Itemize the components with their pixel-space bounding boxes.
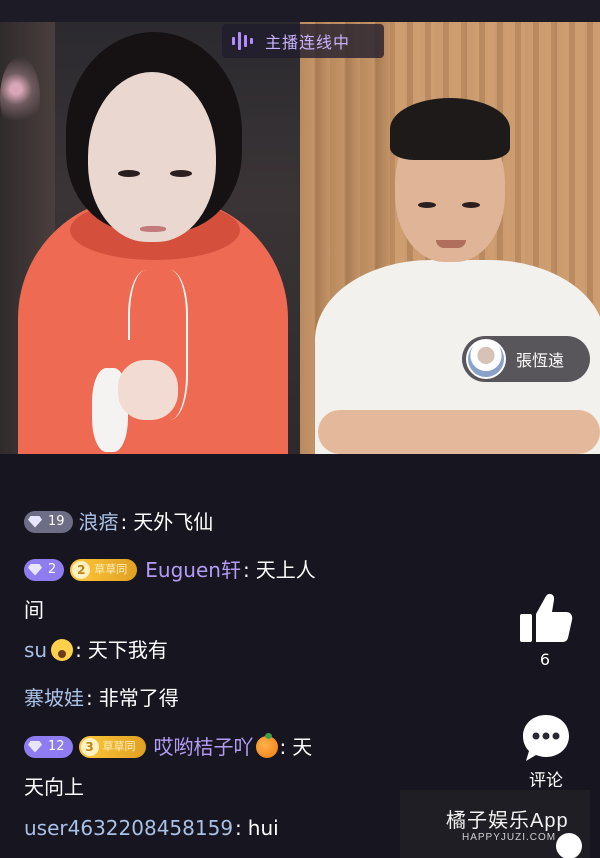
live-link-status: 主播连线中	[265, 33, 351, 52]
comment-text: 天	[292, 735, 313, 759]
live-stream-screen: 主播连线中 張恆遠 19 浪痞: 天外飞仙 2 2 草草同 Euguen轩: 天上人间 su…	[0, 0, 600, 858]
comment-item[interactable]: 寨坡娃: 非常了得	[24, 678, 179, 718]
comment-text: 非常了得	[98, 686, 179, 710]
host-mouth	[140, 226, 166, 232]
guest-mouth	[436, 240, 466, 248]
comment-separator: :	[235, 816, 242, 840]
user-level: 12	[48, 738, 65, 754]
user-level-badge: 19	[24, 510, 73, 533]
guest-video[interactable]	[300, 22, 600, 454]
guest-name: 張恆遠	[516, 351, 565, 370]
surprised-emoji-icon	[51, 638, 74, 661]
fan-level: 3	[80, 737, 99, 756]
comment-separator: :	[75, 638, 82, 662]
live-link-badge: 主播连线中	[222, 24, 384, 58]
comment-button[interactable]	[520, 712, 572, 764]
host-hand	[118, 360, 178, 420]
comment-username[interactable]: Euguen轩	[145, 558, 241, 582]
host-face	[88, 72, 216, 242]
comment-username[interactable]: 寨坡娃	[24, 686, 84, 710]
like-count: 6	[539, 650, 551, 669]
comment-separator: :	[279, 735, 287, 759]
comment-text: 天外飞仙	[133, 510, 214, 534]
diamond-icon	[28, 740, 42, 753]
comment-separator: :	[120, 510, 128, 534]
fan-club-badge: 2 草草同	[70, 558, 138, 581]
comment-item[interactable]: 2 2 草草同 Euguen轩: 天上人间	[24, 550, 380, 630]
host-eye-right	[170, 170, 192, 177]
comment-separator: :	[242, 558, 250, 582]
guest-arm	[318, 410, 600, 454]
fan-club-name: 草草同	[102, 739, 136, 753]
comment-separator: :	[86, 686, 93, 710]
user-level-badge: 2	[24, 558, 65, 581]
user-level: 2	[48, 561, 57, 577]
comment-username[interactable]: user4632208458159	[24, 816, 233, 840]
comment-username[interactable]: 哎哟桔子吖	[154, 735, 254, 759]
guest-eye-right	[462, 202, 480, 208]
guest-hair	[390, 98, 510, 160]
comment-item[interactable]: user4632208458159: hui	[24, 808, 279, 848]
comment-item[interactable]: 12 3 草草同 哎哟桔子吖: 天天向上	[24, 727, 380, 807]
comment-text: hui	[247, 816, 279, 840]
comment-username[interactable]: su	[24, 638, 47, 662]
background-flowers	[0, 57, 40, 137]
fan-level: 2	[72, 560, 91, 579]
comment-item[interactable]: su: 天下我有	[24, 630, 168, 670]
comment-text: 天下我有	[87, 638, 168, 662]
thumbs-up-icon	[520, 593, 573, 642]
guest-avatar[interactable]	[466, 339, 506, 379]
user-level-badge: 12	[24, 735, 73, 758]
watermark-title: 橘子娱乐App	[446, 810, 569, 832]
comment-item[interactable]: 19 浪痞: 天外飞仙	[24, 502, 213, 542]
audio-wave-icon	[232, 31, 253, 51]
comment-text-continued: 天向上	[24, 775, 84, 799]
host-eye-left	[118, 170, 140, 177]
diamond-icon	[28, 563, 42, 576]
comment-label: 评论	[529, 771, 563, 791]
speech-bubble-icon	[523, 715, 569, 761]
comment-text: 天上人	[255, 558, 316, 582]
fan-club-name: 草草同	[94, 562, 128, 576]
status-strip	[0, 0, 600, 22]
guest-eye-left	[418, 202, 436, 208]
watermark-url: HAPPYJUZI.COM	[462, 832, 557, 843]
like-button[interactable]	[516, 590, 574, 646]
comment-username[interactable]: 浪痞	[79, 510, 119, 534]
comment-text-continued: 间	[24, 598, 44, 622]
diamond-icon	[28, 515, 42, 528]
fan-club-badge: 3 草草同	[78, 735, 146, 758]
user-level: 19	[48, 513, 65, 529]
guest-name-tag[interactable]: 張恆遠	[462, 336, 590, 382]
tangerine-emoji-icon	[255, 732, 278, 758]
host-video[interactable]	[0, 22, 300, 454]
share-arrow-icon[interactable]	[556, 833, 582, 858]
